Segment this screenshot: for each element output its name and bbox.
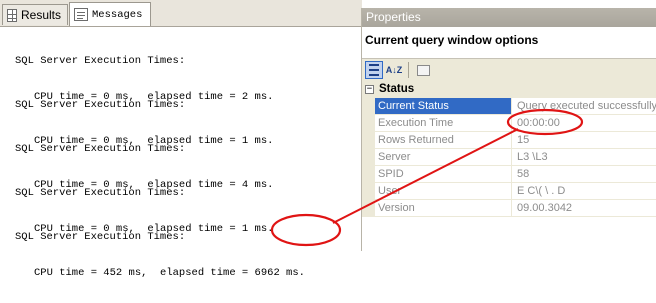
property-row[interactable]: Version 09.00.3042 [362, 200, 656, 217]
collapse-icon[interactable]: − [365, 85, 374, 94]
alphabetical-button[interactable]: A↓Z [385, 61, 403, 79]
property-name: SPID [375, 166, 512, 183]
property-name: Current Status [375, 98, 512, 115]
property-name: User [375, 183, 512, 200]
message-heading: SQL Server Execution Times: [15, 231, 186, 243]
toolbar-divider [408, 62, 409, 78]
category-label: Status [379, 83, 415, 95]
message-heading: SQL Server Execution Times: [15, 187, 186, 199]
property-value: 58 [512, 166, 656, 183]
property-value: Query executed successfully [512, 98, 656, 115]
tab-results[interactable]: Results [2, 4, 68, 25]
property-name: Execution Time [375, 115, 512, 132]
message-block: SQL Server Execution Times: CPU time = 4… [15, 207, 305, 303]
messages-pane[interactable]: SQL Server Execution Times: CPU time = 0… [0, 27, 362, 279]
tab-results-label: Results [20, 8, 61, 22]
message-heading: SQL Server Execution Times: [15, 55, 186, 67]
properties-header: Current query window options [362, 27, 656, 59]
sort-alpha-icon: A↓Z [385, 65, 403, 75]
property-value: 15 [512, 132, 656, 149]
category-status[interactable]: − Status [362, 81, 656, 98]
properties-window: Properties Current query window options … [361, 8, 656, 251]
property-pages-button[interactable] [414, 61, 432, 79]
message-detail: CPU time = 452 ms, elapsed time = 6962 m… [34, 267, 305, 279]
property-row[interactable]: Current Status Query executed successful… [362, 98, 656, 115]
tab-messages[interactable]: Messages [69, 2, 151, 26]
results-tab-strip: Results Messages [0, 0, 362, 27]
property-row[interactable]: Execution Time 00:00:00 [362, 115, 656, 132]
property-value: 09.00.3042 [512, 200, 656, 217]
tab-messages-label: Messages [92, 8, 143, 21]
categorized-icon [369, 64, 379, 76]
property-value: E C\( \ . D [512, 183, 656, 200]
property-value: L3 \L3 [512, 149, 656, 166]
property-value: 00:00:00 [512, 115, 656, 132]
message-icon [74, 8, 88, 21]
property-name: Rows Returned [375, 132, 512, 149]
property-pages-icon [416, 64, 430, 76]
grid-icon [7, 8, 17, 22]
property-row[interactable]: SPID 58 [362, 166, 656, 183]
property-grid: − Status Current Status Query executed s… [362, 81, 656, 251]
property-name: Server [375, 149, 512, 166]
property-row[interactable]: Rows Returned 15 [362, 132, 656, 149]
property-name: Version [375, 200, 512, 217]
categorized-button[interactable] [365, 61, 383, 79]
property-row[interactable]: User E C\( \ . D [362, 183, 656, 200]
properties-toolbar: A↓Z [362, 59, 656, 81]
property-row[interactable]: Server L3 \L3 [362, 149, 656, 166]
message-heading: SQL Server Execution Times: [15, 99, 186, 111]
properties-title: Properties [362, 8, 656, 27]
message-heading: SQL Server Execution Times: [15, 143, 186, 155]
